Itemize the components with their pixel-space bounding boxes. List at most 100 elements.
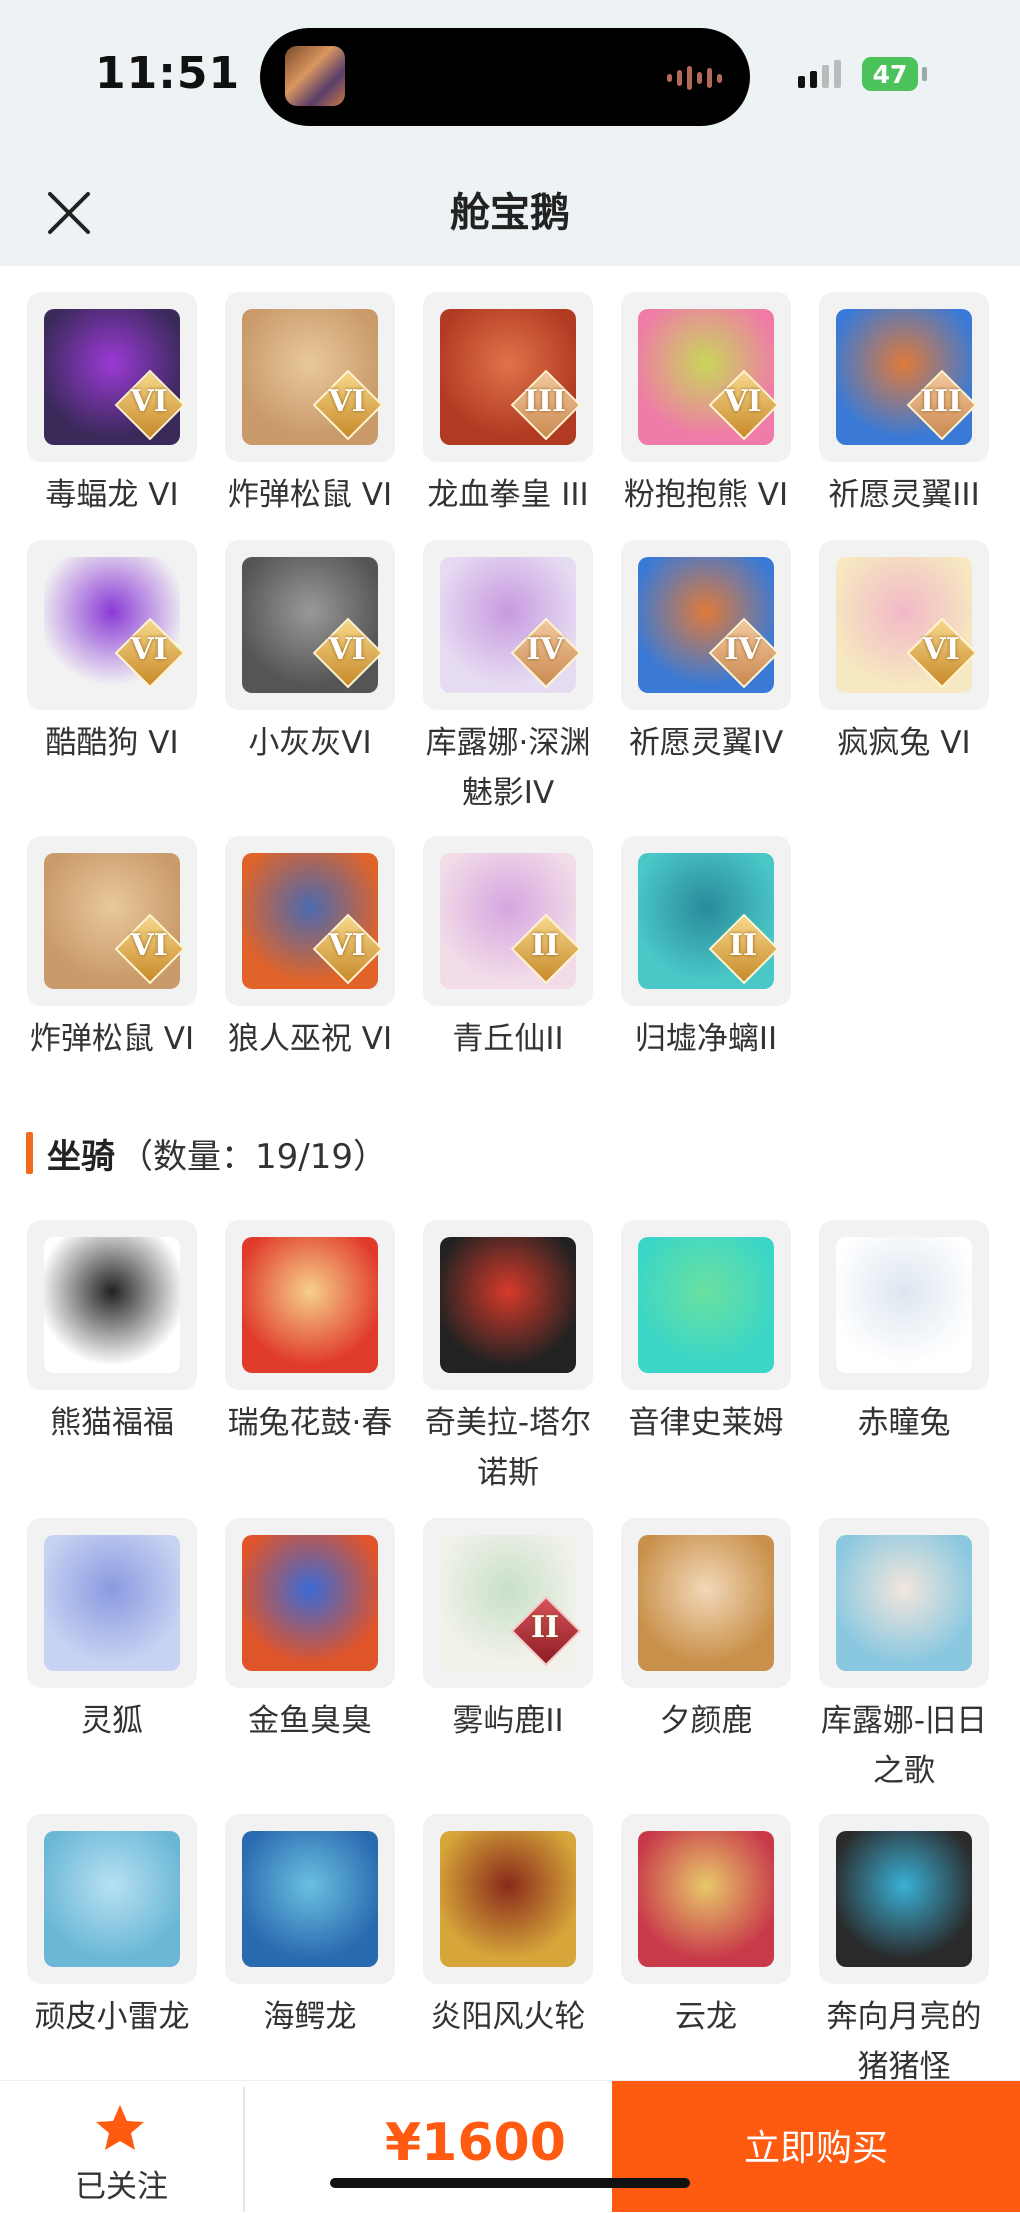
section-name: 坐骑	[47, 1136, 115, 1177]
item-label: 海鳄龙	[263, 1999, 357, 2035]
tier-badge-text: VI	[328, 928, 366, 963]
item-thumbnail	[621, 1220, 791, 1390]
item-artwork	[242, 1831, 378, 1967]
item-label: 顽皮小雷龙	[34, 1999, 190, 2035]
tier-badge-text: II	[728, 928, 758, 963]
tier-badge-text: VI	[724, 384, 762, 419]
item-thumbnail: II	[423, 1518, 593, 1688]
item-label: 炸弹松鼠 VI	[29, 1021, 195, 1057]
item-artwork	[44, 1535, 180, 1671]
tier-badge-text: III	[919, 384, 963, 419]
item-label: 雾屿鹿II	[452, 1703, 564, 1739]
follow-button[interactable]: 已关注	[0, 2081, 243, 2212]
item-thumbnail: VI	[225, 292, 395, 462]
item-artwork	[836, 1831, 972, 1967]
item-artwork	[44, 1237, 180, 1373]
item-artwork	[836, 1535, 972, 1671]
item-thumbnail: III	[819, 292, 989, 462]
item-label: 祈愿灵翼IV	[628, 725, 784, 761]
item-label: 狼人巫祝 VI	[227, 1021, 393, 1057]
item-thumbnail: VI	[621, 292, 791, 462]
tier-badge-text: VI	[922, 632, 960, 667]
section-accent-bar	[26, 1132, 33, 1174]
item-artwork	[638, 1535, 774, 1671]
item-thumbnail: II	[621, 836, 791, 1006]
divider	[243, 2087, 245, 2212]
item-artwork	[638, 1831, 774, 1967]
item-label: 瑞兔花鼓·春	[227, 1405, 393, 1441]
signal-icon	[798, 60, 841, 88]
tier-badge-text: VI	[130, 384, 168, 419]
item-thumbnail: VI	[225, 540, 395, 710]
section-count: （数量：19/19）	[119, 1136, 387, 1177]
bottom-action-bar: 已关注 ¥1600 立即购买	[0, 2080, 1020, 2212]
item-label: 奔向月亮的猪猪怪	[826, 1999, 982, 2085]
item-artwork	[44, 1831, 180, 1967]
page-title: 舱宝鹅	[450, 190, 570, 236]
item-label: 青丘仙II	[452, 1021, 564, 1057]
item-thumbnail: VI	[27, 292, 197, 462]
item-label: 归墟净螭II	[634, 1021, 778, 1057]
item-thumbnail: III	[423, 292, 593, 462]
item-thumbnail	[423, 1814, 593, 1984]
battery-level: 47	[872, 59, 908, 89]
item-artwork	[836, 1237, 972, 1373]
item-thumbnail: VI	[225, 836, 395, 1006]
dynamic-island[interactable]	[260, 28, 750, 126]
item-label: 金鱼臭臭	[248, 1703, 372, 1739]
item-label: 疯疯兔 VI	[837, 725, 971, 761]
item-thumbnail	[225, 1220, 395, 1390]
audio-wave-icon	[667, 66, 722, 90]
item-thumbnail	[27, 1814, 197, 1984]
item-thumbnail: IV	[423, 540, 593, 710]
tier-badge-text: VI	[130, 928, 168, 963]
item-label: 奇美拉-塔尔诺斯	[424, 1405, 592, 1491]
item-label: 祈愿灵翼III	[828, 477, 980, 513]
item-label: 云龙	[675, 1999, 737, 2035]
item-label: 库露娜·深渊魅影IV	[425, 725, 591, 811]
tier-badge-text: VI	[328, 632, 366, 667]
item-thumbnail	[27, 1518, 197, 1688]
page-header: 舱宝鹅	[0, 170, 1020, 266]
item-artwork	[638, 1237, 774, 1373]
item-thumbnail	[27, 1220, 197, 1390]
item-label: 龙血拳皇 III	[427, 477, 589, 513]
item-artwork	[242, 1237, 378, 1373]
item-label: 夕颜鹿	[659, 1703, 753, 1739]
item-label: 小灰灰VI	[248, 725, 372, 761]
item-thumbnail: VI	[819, 540, 989, 710]
item-thumbnail	[621, 1814, 791, 1984]
item-label: 音律史莱姆	[628, 1405, 784, 1441]
item-label: 毒蝠龙 VI	[45, 477, 179, 513]
item-thumbnail	[423, 1220, 593, 1390]
tier-badge-text: VI	[130, 632, 168, 667]
item-thumbnail	[621, 1518, 791, 1688]
item-thumbnail: VI	[27, 540, 197, 710]
item-thumbnail: VI	[27, 836, 197, 1006]
item-label: 粉抱抱熊 VI	[623, 477, 789, 513]
status-bar: 11:51 47	[0, 0, 1020, 170]
tier-badge-text: II	[530, 928, 560, 963]
close-icon[interactable]	[44, 188, 94, 238]
item-thumbnail: II	[423, 836, 593, 1006]
item-label: 炎阳风火轮	[430, 1999, 586, 2035]
price: ¥1600	[385, 2113, 566, 2173]
item-label: 库露娜-旧日之歌	[820, 1703, 988, 1789]
tier-badge-text: III	[523, 384, 567, 419]
item-label: 炸弹松鼠 VI	[227, 477, 393, 513]
item-label: 赤瞳兔	[857, 1405, 951, 1441]
now-playing-thumbnail	[285, 46, 345, 106]
home-indicator[interactable]	[330, 2178, 690, 2188]
buy-now-button[interactable]: 立即购买	[612, 2081, 1020, 2212]
item-label: 熊猫福福	[50, 1405, 174, 1441]
item-artwork	[440, 1831, 576, 1967]
item-thumbnail	[819, 1518, 989, 1688]
follow-label: 已关注	[75, 2169, 168, 2205]
tier-badge-text: IV	[526, 632, 564, 667]
section-header-mounts: 坐骑 （数量：19/19）	[26, 1128, 387, 1178]
item-artwork	[440, 1237, 576, 1373]
tier-badge-text: II	[530, 1610, 560, 1645]
star-icon	[96, 2105, 144, 2150]
item-thumbnail	[225, 1518, 395, 1688]
status-time: 11:51	[95, 48, 241, 99]
